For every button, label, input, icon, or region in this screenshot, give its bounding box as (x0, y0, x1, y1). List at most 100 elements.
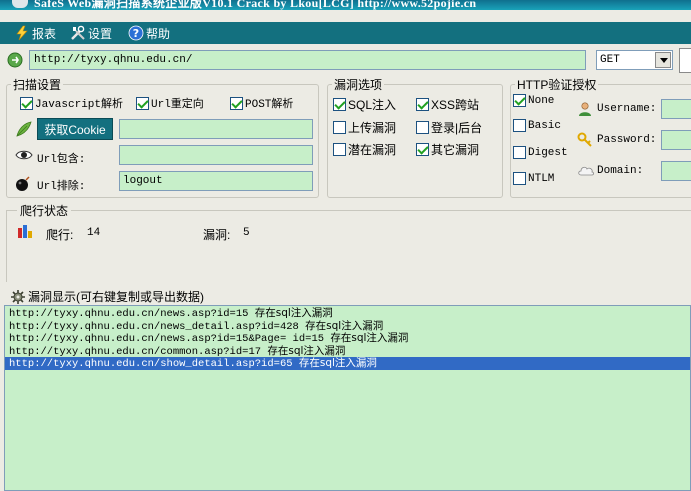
sql-injection-checkbox-box[interactable] (333, 98, 346, 111)
crawl-label: 爬行: (46, 228, 74, 242)
vuln-note: 存在sql注入漏洞 (330, 332, 409, 344)
cookie-input[interactable] (119, 119, 313, 139)
user-icon (579, 102, 591, 116)
svg-text:?: ? (133, 27, 139, 40)
eye-icon (15, 150, 33, 160)
start-scan-button[interactable] (679, 48, 691, 73)
http-auth-legend: HTTP验证授权 (517, 78, 597, 92)
globe-icon (7, 52, 23, 68)
http-method-select[interactable]: GET (596, 50, 673, 70)
javascript-checkbox[interactable]: Javascript解析 (20, 95, 123, 111)
crawl-count: 14 (87, 227, 101, 239)
vuln-url: http://tyxy.qhnu.edu.cn/common.asp?id=17 (9, 345, 268, 358)
xss-checkbox[interactable]: XSS跨站 (416, 96, 479, 113)
vuln-url: http://tyxy.qhnu.edu.cn/show_detail.asp?… (9, 358, 299, 370)
get-cookie-button[interactable]: 获取Cookie (37, 118, 113, 140)
auth-basic-checkbox-box[interactable] (513, 119, 526, 132)
sql-injection-checkbox[interactable]: SQL注入 (333, 96, 396, 113)
vuln-label: 漏洞: (203, 228, 231, 242)
list-item[interactable]: http://tyxy.qhnu.edu.cn/show_detail.asp?… (5, 357, 690, 370)
auth-ntlm-checkbox[interactable]: NTLM (513, 172, 554, 185)
auth-ntlm-label: NTLM (528, 172, 555, 185)
other-vuln-checkbox[interactable]: 其它漏洞 (416, 141, 479, 158)
url-exclude-label: Url排除: (37, 181, 86, 193)
vuln-display-title: 漏洞显示(可右键复制或导出数据) (28, 290, 204, 304)
list-item[interactable]: http://tyxy.qhnu.edu.cn/common.asp?id=17… (5, 345, 690, 358)
auth-none-checkbox-box[interactable] (513, 94, 526, 107)
crawl-status-panel: 爬行状态 (6, 202, 691, 282)
potential-vuln-checkbox[interactable]: 潜在漏洞 (333, 141, 396, 158)
vuln-note: 存在sql注入漏洞 (254, 307, 333, 319)
vuln-note: 存在sql注入漏洞 (305, 319, 384, 332)
cloud-icon (578, 166, 594, 176)
vuln-display-header: 漏洞显示(可右键复制或导出数据) (10, 288, 204, 305)
auth-basic-label: Basic (528, 119, 562, 132)
javascript-label: Javascript解析 (35, 99, 124, 111)
domain-input[interactable] (661, 161, 691, 181)
auth-digest-checkbox-box[interactable] (513, 146, 526, 159)
auth-none-checkbox[interactable]: None (513, 94, 554, 107)
sql-injection-label: SQL注入 (348, 98, 397, 112)
username-input[interactable] (661, 99, 691, 119)
help-icon: ? (128, 25, 144, 41)
upload-vuln-checkbox-box[interactable] (333, 121, 346, 134)
login-admin-checkbox[interactable]: 登录|后台 (416, 119, 482, 136)
app-icon (12, 0, 28, 8)
target-url-input[interactable]: http://tyxy.qhnu.edu.cn/ (29, 50, 586, 70)
crawl-status-title: 爬行状态 (17, 202, 72, 219)
login-admin-checkbox-box[interactable] (416, 121, 429, 134)
url-redirect-checkbox-box[interactable] (136, 96, 149, 110)
list-item[interactable]: http://tyxy.qhnu.edu.cn/news.asp?id=15&P… (5, 332, 690, 345)
menu-report-label: 报表 (32, 26, 57, 41)
username-label: Username: (597, 103, 657, 115)
menu-settings[interactable]: 设置 (70, 25, 112, 41)
vuln-options-legend: 漏洞选项 (334, 78, 383, 92)
domain-label: Domain: (597, 165, 644, 177)
menu-settings-label: 设置 (88, 26, 113, 41)
list-item[interactable]: http://tyxy.qhnu.edu.cn/news_detail.asp?… (5, 320, 690, 333)
post-parse-checkbox-box[interactable] (230, 96, 243, 110)
bar-chart-icon (18, 225, 32, 238)
tools-icon (71, 25, 85, 40)
auth-basic-checkbox[interactable]: Basic (513, 119, 561, 132)
auth-ntlm-checkbox-box[interactable] (513, 172, 526, 185)
window-title: SafeS Web漏洞扫描系统企业版V10.1 Crack by Lkou[LC… (34, 0, 477, 10)
vuln-note: 存在sql注入漏洞 (298, 357, 377, 369)
vuln-url: http://tyxy.qhnu.edu.cn/news.asp?id=15 (9, 308, 255, 320)
upload-vuln-label: 上传漏洞 (348, 121, 397, 135)
menu-help-label: 帮助 (146, 26, 171, 41)
key-icon (577, 132, 592, 147)
password-input[interactable] (661, 130, 691, 150)
vuln-results-list[interactable]: http://tyxy.qhnu.edu.cn/news.asp?id=15 存… (4, 305, 691, 491)
url-redirect-checkbox[interactable]: Url重定向 (136, 95, 204, 111)
login-admin-label: 登录|后台 (431, 121, 483, 135)
scan-settings-legend: 扫描设置 (13, 78, 62, 92)
vuln-options-group: 漏洞选项 (327, 76, 503, 198)
gear-icon (11, 289, 25, 304)
upload-vuln-checkbox[interactable]: 上传漏洞 (333, 119, 396, 136)
vuln-url: http://tyxy.qhnu.edu.cn/news_detail.asp?… (9, 320, 306, 333)
url-exclude-input[interactable]: logout (119, 171, 313, 191)
other-vuln-label: 其它漏洞 (431, 143, 480, 157)
potential-vuln-label: 潜在漏洞 (348, 143, 397, 157)
post-parse-label: POST解析 (245, 99, 294, 111)
list-item[interactable]: http://tyxy.qhnu.edu.cn/news.asp?id=15 存… (5, 307, 690, 320)
xss-checkbox-box[interactable] (416, 98, 429, 111)
leaf-icon (16, 121, 32, 137)
password-label: Password: (597, 134, 657, 146)
auth-digest-checkbox[interactable]: Digest (513, 146, 568, 159)
bomb-icon (16, 176, 30, 191)
url-redirect-label: Url重定向 (151, 99, 204, 111)
xss-label: XSS跨站 (431, 98, 480, 112)
chevron-down-icon[interactable] (655, 52, 671, 68)
potential-vuln-checkbox-box[interactable] (333, 143, 346, 156)
http-method-value: GET (600, 54, 620, 66)
menu-help[interactable]: ? 帮助 (128, 25, 170, 41)
post-parse-checkbox[interactable]: POST解析 (230, 95, 293, 111)
url-row: http://tyxy.qhnu.edu.cn/ GET (0, 44, 691, 76)
menu-report[interactable]: 报表 (14, 25, 56, 41)
javascript-checkbox-box[interactable] (20, 96, 33, 110)
url-include-input[interactable] (119, 145, 313, 165)
title-bar: SafeS Web漏洞扫描系统企业版V10.1 Crack by Lkou[LC… (0, 0, 691, 10)
other-vuln-checkbox-box[interactable] (416, 143, 429, 156)
